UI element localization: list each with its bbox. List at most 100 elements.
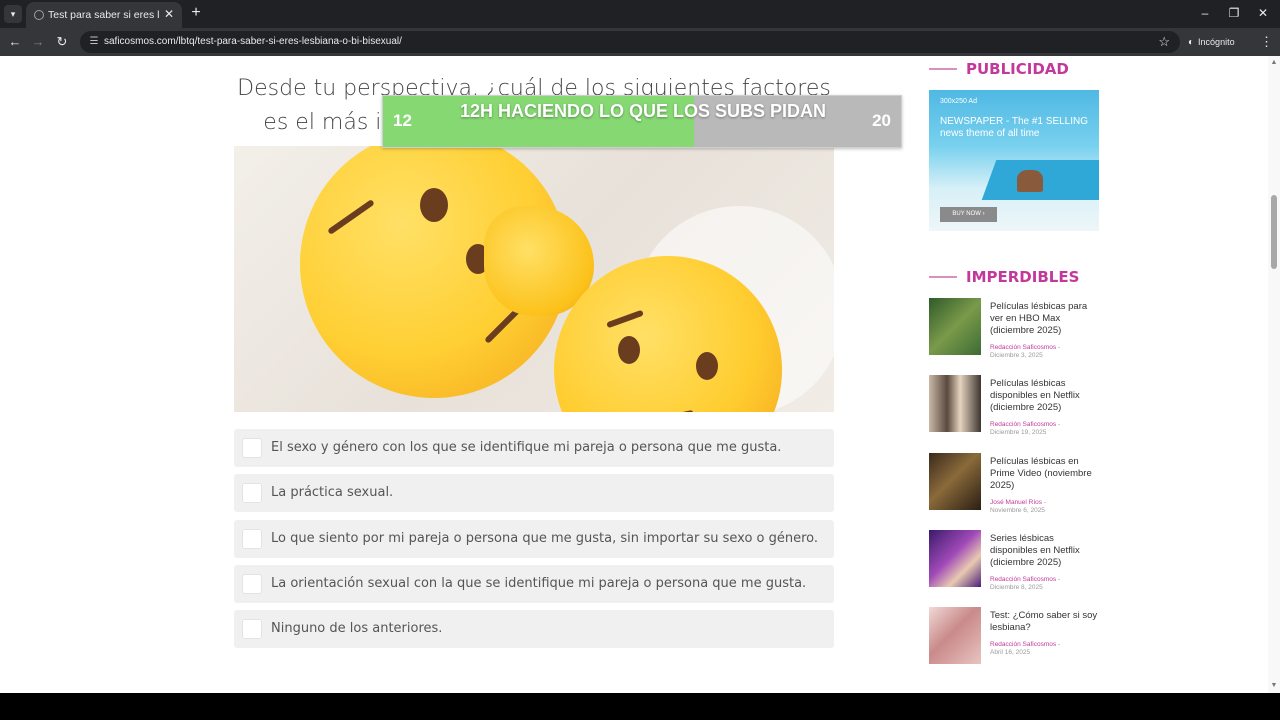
reload-icon[interactable]: ↻: [53, 33, 71, 51]
forward-icon[interactable]: →: [29, 33, 47, 51]
tab-close-icon[interactable]: ✕: [164, 7, 174, 21]
address-bar[interactable]: ☰ saficosmos.com/lbtq/test-para-saber-si…: [80, 31, 1180, 53]
article-author[interactable]: Redacción Saficosmos: [990, 576, 1056, 583]
article-date: Diciembre 8, 2025: [990, 584, 1043, 591]
emoji-brow: [327, 199, 375, 235]
back-icon[interactable]: ←: [6, 33, 24, 51]
option-checkbox[interactable]: [242, 528, 262, 549]
option-checkbox[interactable]: [242, 619, 262, 640]
incognito-label: Incógnito: [1198, 37, 1235, 47]
option-text: Lo que siento por mi pareja o persona qu…: [271, 530, 819, 546]
article-date: Abril 16, 2025: [990, 649, 1031, 656]
tab-list-icon[interactable]: ▾: [4, 5, 22, 23]
page-viewport: Desde tu perspectiva, ¿cuál de los sigui…: [0, 56, 1280, 693]
browser-menu-icon[interactable]: ⋮: [1260, 33, 1273, 51]
publicidad-heading: PUBLICIDAD: [929, 57, 1101, 81]
article-date: Diciembre 3, 2025: [990, 352, 1043, 359]
article-title[interactable]: Películas lésbicas disponibles en Netfli…: [990, 378, 1102, 414]
heading-line: [929, 276, 957, 278]
window-close-icon[interactable]: ✕: [1256, 6, 1270, 20]
article-separator: -: [1057, 576, 1061, 583]
article-author-line[interactable]: Redacción Saficosmos -: [990, 576, 1060, 584]
article-separator: -: [1057, 421, 1061, 428]
scroll-thumb[interactable]: [1271, 195, 1277, 269]
tab-title: Test para saber si eres lesbiana: [48, 9, 160, 21]
page-scrollbar[interactable]: ▲ ▼: [1268, 56, 1280, 693]
article-author[interactable]: Redacción Saficosmos: [990, 344, 1056, 351]
emoji-brow: [606, 309, 644, 329]
article-title[interactable]: Películas lésbicas para ver en HBO Max (…: [990, 301, 1102, 337]
article-thumbnail[interactable]: [929, 298, 981, 355]
quiz-option[interactable]: La práctica sexual.: [234, 474, 834, 513]
article-author-line[interactable]: Redacción Saficosmos -: [990, 641, 1060, 649]
article-item[interactable]: Películas lésbicas disponibles en Netfli…: [929, 375, 1102, 436]
emoji-eye: [420, 188, 448, 222]
emoji-mouth: [634, 409, 694, 412]
progress-right-number: 20: [872, 111, 891, 130]
article-thumbnail[interactable]: [929, 453, 981, 510]
ad-buy-now-button[interactable]: BUY NOW ›: [940, 207, 997, 222]
option-text: La orientación sexual con la que se iden…: [271, 575, 807, 591]
quiz-option[interactable]: El sexo y género con los que se identifi…: [234, 429, 834, 467]
article-thumbnail[interactable]: [929, 375, 981, 432]
emoji-eye: [618, 336, 640, 364]
article-author-line[interactable]: Redacción Saficosmos -: [990, 344, 1060, 352]
bottom-black-bar: [0, 693, 1280, 720]
article-separator: -: [1043, 499, 1047, 506]
option-checkbox[interactable]: [242, 483, 262, 504]
article-author-line[interactable]: José Manuel Ríos -: [990, 499, 1046, 507]
article-separator: -: [1057, 641, 1061, 648]
emoji-eye: [696, 352, 718, 380]
article-author[interactable]: Redacción Saficosmos: [990, 421, 1056, 428]
progress-label: 12H HACIENDO LO QUE LOS SUBS PIDAN: [459, 101, 827, 121]
ad-size-label: 300x250 Ad: [940, 98, 977, 105]
incognito-indicator[interactable]: ◐ Incógnito: [1188, 33, 1235, 51]
quiz-option[interactable]: Ninguno de los anteriores.: [234, 610, 834, 649]
browser-tab[interactable]: Test para saber si eres lesbiana ✕: [26, 2, 182, 28]
new-tab-button[interactable]: +: [188, 4, 204, 22]
stream-progress-overlay: 12 12H HACIENDO LO QUE LOS SUBS PIDAN 20: [382, 95, 902, 148]
article-date: Noviembre 6, 2025: [990, 507, 1045, 514]
option-checkbox[interactable]: [242, 573, 262, 594]
ad-headline: NEWSPAPER - The #1 SELLING: [940, 116, 1089, 127]
incognito-icon: ◐: [1188, 37, 1195, 48]
article-author[interactable]: Redacción Saficosmos: [990, 641, 1056, 648]
quiz-options-list: El sexo y género con los que se identifi…: [234, 429, 834, 655]
article-item[interactable]: Películas lésbicas para ver en HBO Max (…: [929, 298, 1102, 359]
article-author-line[interactable]: Redacción Saficosmos -: [990, 421, 1060, 429]
quiz-emoji-image: [234, 146, 834, 412]
imperdibles-title: IMPERDIBLES: [966, 268, 1080, 286]
article-date: Diciembre 19, 2025: [990, 429, 1047, 436]
option-text: El sexo y género con los que se identifi…: [271, 440, 782, 455]
article-item[interactable]: Series lésbicas disponibles en Netflix (…: [929, 530, 1102, 591]
quiz-option[interactable]: Lo que siento por mi pareja o persona qu…: [234, 519, 834, 558]
imperdibles-heading: IMPERDIBLES: [929, 265, 1101, 289]
ad-person-shape: [1017, 170, 1043, 192]
scroll-down-arrow-icon[interactable]: ▼: [1270, 682, 1278, 690]
article-item[interactable]: Películas lésbicas en Prime Video (novie…: [929, 453, 1102, 514]
article-author[interactable]: José Manuel Ríos: [990, 499, 1042, 506]
option-text: Ninguno de los anteriores.: [271, 621, 443, 637]
article-title[interactable]: Películas lésbicas en Prime Video (novie…: [990, 456, 1102, 492]
ad-banner[interactable]: 300x250 Ad NEWSPAPER - The #1 SELLING ne…: [929, 90, 1099, 231]
article-title[interactable]: Series lésbicas disponibles en Netflix (…: [990, 533, 1102, 569]
bookmark-star-icon[interactable]: ☆: [1158, 34, 1170, 50]
progress-left-number: 12: [393, 111, 412, 130]
browser-tab-strip: ▾ Test para saber si eres lesbiana ✕ + –…: [0, 0, 1280, 28]
heading-line: [929, 68, 957, 70]
scroll-up-arrow-icon[interactable]: ▲: [1270, 59, 1278, 67]
ad-subline: news theme of all time: [940, 128, 1040, 139]
option-text: La práctica sexual.: [271, 485, 394, 501]
publicidad-title: PUBLICIDAD: [966, 60, 1069, 78]
restore-icon[interactable]: ❐: [1227, 6, 1241, 20]
site-info-icon[interactable]: ☰: [87, 35, 101, 49]
quiz-option[interactable]: La orientación sexual con la que se iden…: [234, 564, 834, 603]
article-thumbnail[interactable]: [929, 530, 981, 587]
minimize-icon[interactable]: –: [1198, 6, 1212, 20]
article-title[interactable]: Test: ¿Cómo saber si soy lesbiana?: [990, 610, 1102, 634]
article-separator: -: [1057, 344, 1061, 351]
article-thumbnail[interactable]: [929, 607, 981, 664]
url-text[interactable]: saficosmos.com/lbtq/test-para-saber-si-e…: [104, 35, 402, 49]
option-checkbox[interactable]: [242, 438, 262, 458]
article-item[interactable]: Test: ¿Cómo saber si soy lesbiana? Redac…: [929, 607, 1101, 665]
